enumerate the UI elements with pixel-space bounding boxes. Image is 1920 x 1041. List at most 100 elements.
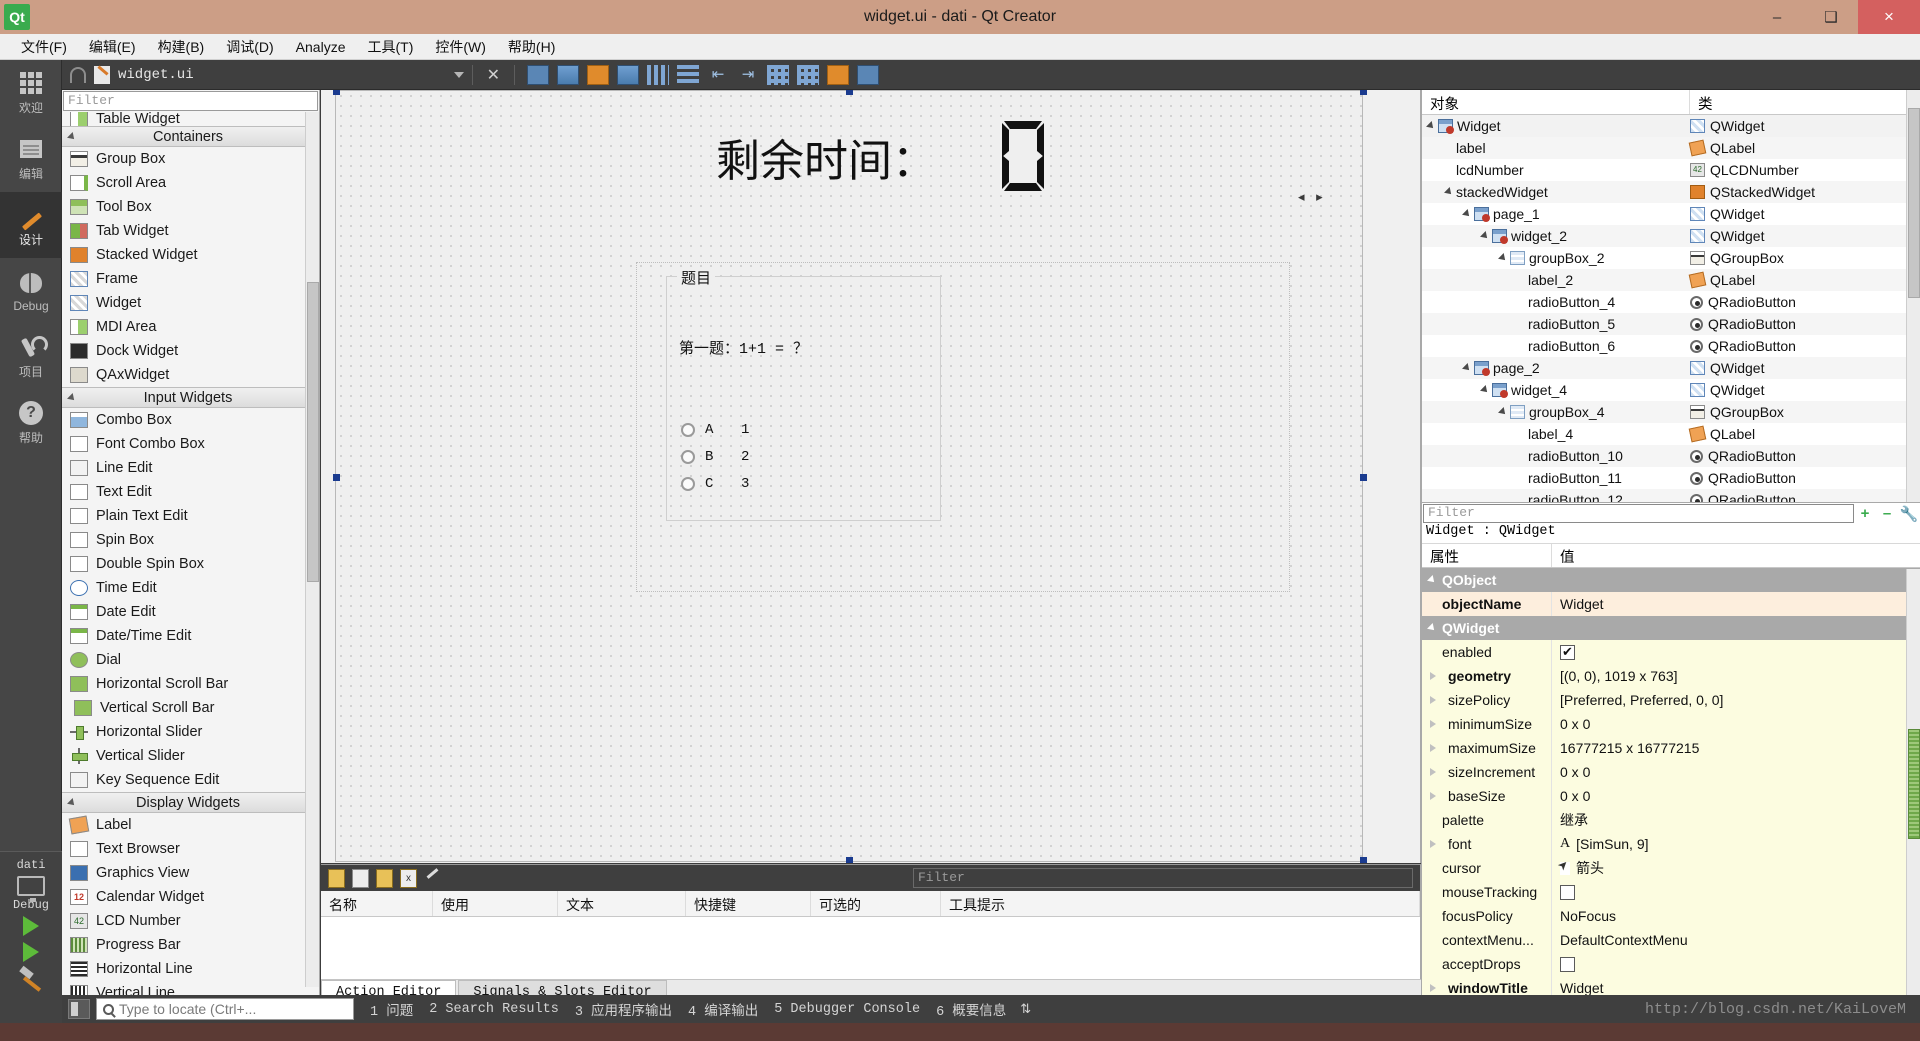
radio-option-b[interactable]: B 2 xyxy=(681,449,749,465)
widget-item-h-scroll-bar[interactable]: Horizontal Scroll Bar xyxy=(62,672,319,696)
chevron-down-icon[interactable] xyxy=(1427,575,1437,585)
property-value[interactable]: Widget xyxy=(1552,980,1920,996)
widget-item-date-edit[interactable]: Date Edit xyxy=(62,600,319,624)
object-tree-row[interactable]: page_1 QWidget xyxy=(1422,203,1920,225)
object-inspector-scrollbar[interactable] xyxy=(1906,90,1920,502)
column-text[interactable]: 文本 xyxy=(558,891,686,916)
widget-category-input-widgets[interactable]: Input Widgets xyxy=(62,387,319,408)
property-group-header[interactable]: QWidget xyxy=(1422,616,1920,640)
property-row[interactable]: sizeIncrement 0 x 0 xyxy=(1422,760,1920,784)
delete-icon[interactable]: x xyxy=(400,868,417,888)
widget-item-frame[interactable]: Frame xyxy=(62,267,319,291)
radio-button-icon[interactable] xyxy=(681,423,695,437)
property-value[interactable]: 继承 xyxy=(1552,810,1920,830)
object-tree-row[interactable]: Widget QWidget xyxy=(1422,115,1920,137)
edit-signals-slots-icon[interactable] xyxy=(557,64,580,85)
build-button[interactable] xyxy=(18,968,44,990)
property-value[interactable]: Widget xyxy=(1552,596,1920,612)
property-row[interactable]: acceptDrops xyxy=(1422,952,1920,976)
open-file-name[interactable]: widget.ui xyxy=(118,67,194,83)
object-tree-row[interactable]: radioButton_12 QRadioButton xyxy=(1422,489,1920,502)
minimize-button[interactable]: – xyxy=(1750,0,1804,34)
layout-splitter-v-icon[interactable]: ⇥ xyxy=(737,65,759,85)
property-row[interactable]: contextMenu... DefaultContextMenu xyxy=(1422,928,1920,952)
widget-item-graphics-view[interactable]: Graphics View xyxy=(62,861,319,885)
chevron-right-icon[interactable] xyxy=(1430,672,1442,680)
property-row[interactable]: cursor 箭头 xyxy=(1422,856,1920,880)
property-row[interactable]: mouseTracking xyxy=(1422,880,1920,904)
widget-item-tab-widget[interactable]: Tab Widget xyxy=(62,219,319,243)
chevron-down-icon[interactable] xyxy=(1462,363,1472,373)
widget-item-text-browser[interactable]: Text Browser xyxy=(62,837,319,861)
configure-icon[interactable]: 🔧 xyxy=(1898,505,1920,523)
chevron-right-icon[interactable] xyxy=(1430,792,1442,800)
property-row[interactable]: sizePolicy [Preferred, Preferred, 0, 0] xyxy=(1422,688,1920,712)
form-editor-canvas[interactable]: 剩余时间： ◂ ▸ 题目 第一题：1+1 = ？ A 1 B 2 C 3 xyxy=(321,90,1421,863)
object-tree-row[interactable]: radioButton_4 QRadioButton xyxy=(1422,291,1920,313)
menu-tools[interactable]: 工具(T) xyxy=(356,35,424,59)
radio-button-icon[interactable] xyxy=(681,477,695,491)
widget-item-mdi-area[interactable]: MDI Area xyxy=(62,315,319,339)
property-value[interactable]: 箭头 xyxy=(1552,858,1920,878)
object-tree-row[interactable]: label_4 QLabel xyxy=(1422,423,1920,445)
property-value[interactable] xyxy=(1552,956,1920,972)
mode-edit[interactable]: 编辑 xyxy=(0,126,62,192)
unlocked-icon[interactable] xyxy=(70,66,86,83)
debug-button[interactable] xyxy=(23,942,39,962)
property-value[interactable]: [Preferred, Preferred, 0, 0] xyxy=(1552,692,1920,708)
minus-icon[interactable]: – xyxy=(1876,505,1898,522)
column-used[interactable]: 使用 xyxy=(433,891,558,916)
property-editor-rows[interactable]: QObject objectName Widget QWidget enabled geo… xyxy=(1422,568,1920,1000)
object-tree-row[interactable]: widget_4 QWidget xyxy=(1422,379,1920,401)
property-value[interactable]: DefaultContextMenu xyxy=(1552,932,1920,948)
column-value[interactable]: 值 xyxy=(1552,544,1920,567)
widget-item-dial[interactable]: Dial xyxy=(62,648,319,672)
menu-help[interactable]: 帮助(H) xyxy=(497,35,566,59)
chevron-down-icon[interactable] xyxy=(1444,187,1454,197)
widget-item-stacked-widget[interactable]: Stacked Widget xyxy=(62,243,319,267)
property-value[interactable]: 0 x 0 xyxy=(1552,764,1920,780)
kit-selector[interactable]: dati Debug xyxy=(0,851,62,1041)
action-editor-rows[interactable] xyxy=(321,917,1420,980)
property-group-header[interactable]: QObject xyxy=(1422,568,1920,592)
checkbox[interactable] xyxy=(1560,644,1575,660)
mode-help[interactable]: ? 帮助 xyxy=(0,390,62,456)
column-property[interactable]: 属性 xyxy=(1422,544,1552,567)
chevron-down-icon[interactable] xyxy=(1480,231,1490,241)
widget-box-filter-input[interactable]: Filter xyxy=(63,91,318,111)
output-pane-application[interactable]: 3 应用程序输出 xyxy=(575,999,672,1020)
object-tree-row[interactable]: radioButton_11 QRadioButton xyxy=(1422,467,1920,489)
output-pane-search-results[interactable]: 2 Search Results xyxy=(429,1002,559,1017)
property-value[interactable] xyxy=(1552,644,1920,660)
chevron-down-icon[interactable] xyxy=(1462,209,1472,219)
chevron-down-icon[interactable] xyxy=(1480,385,1490,395)
widget-item-time-edit[interactable]: Time Edit xyxy=(62,576,319,600)
widget-item-line-edit[interactable]: Line Edit xyxy=(62,456,319,480)
property-row[interactable]: minimumSize 0 x 0 xyxy=(1422,712,1920,736)
widget-category-containers[interactable]: Containers xyxy=(62,126,319,147)
property-value[interactable]: A [SimSun, 9] xyxy=(1552,836,1920,852)
mode-design[interactable]: 设计 xyxy=(0,192,62,258)
chevron-down-icon[interactable] xyxy=(1498,407,1508,417)
chevron-down-icon[interactable] xyxy=(453,71,464,78)
configure-icon[interactable] xyxy=(424,869,441,888)
widget-item-tool-box[interactable]: Tool Box xyxy=(62,195,319,219)
question-label[interactable]: 第一题：1+1 = ？ xyxy=(679,337,808,358)
widget-item-text-edit[interactable]: Text Edit xyxy=(62,480,319,504)
widget-item-date-time-edit[interactable]: Date/Time Edit xyxy=(62,624,319,648)
scrollbar-thumb[interactable] xyxy=(307,282,319,582)
widget-item-plain-text-edit[interactable]: Plain Text Edit xyxy=(62,504,319,528)
property-row[interactable]: baseSize 0 x 0 xyxy=(1422,784,1920,808)
edit-tab-order-icon[interactable] xyxy=(617,64,640,85)
widget-item-horizontal-line[interactable]: Horizontal Line xyxy=(62,957,319,981)
widget-item-combo-box[interactable]: Combo Box xyxy=(62,408,319,432)
group-box-question[interactable]: 题目 第一题：1+1 = ？ A 1 B 2 C 3 xyxy=(666,267,941,521)
edit-widgets-icon[interactable] xyxy=(527,64,550,85)
property-value[interactable]: 16777215 x 16777215 xyxy=(1552,740,1920,756)
widget-item-font-combo-box[interactable]: Font Combo Box xyxy=(62,432,319,456)
sidebar-toggle-icon[interactable] xyxy=(68,999,90,1019)
checkbox[interactable] xyxy=(1560,884,1575,900)
property-row[interactable]: objectName Widget xyxy=(1422,592,1920,616)
layout-form-icon[interactable] xyxy=(767,64,790,85)
chevron-right-icon[interactable] xyxy=(1430,984,1442,992)
